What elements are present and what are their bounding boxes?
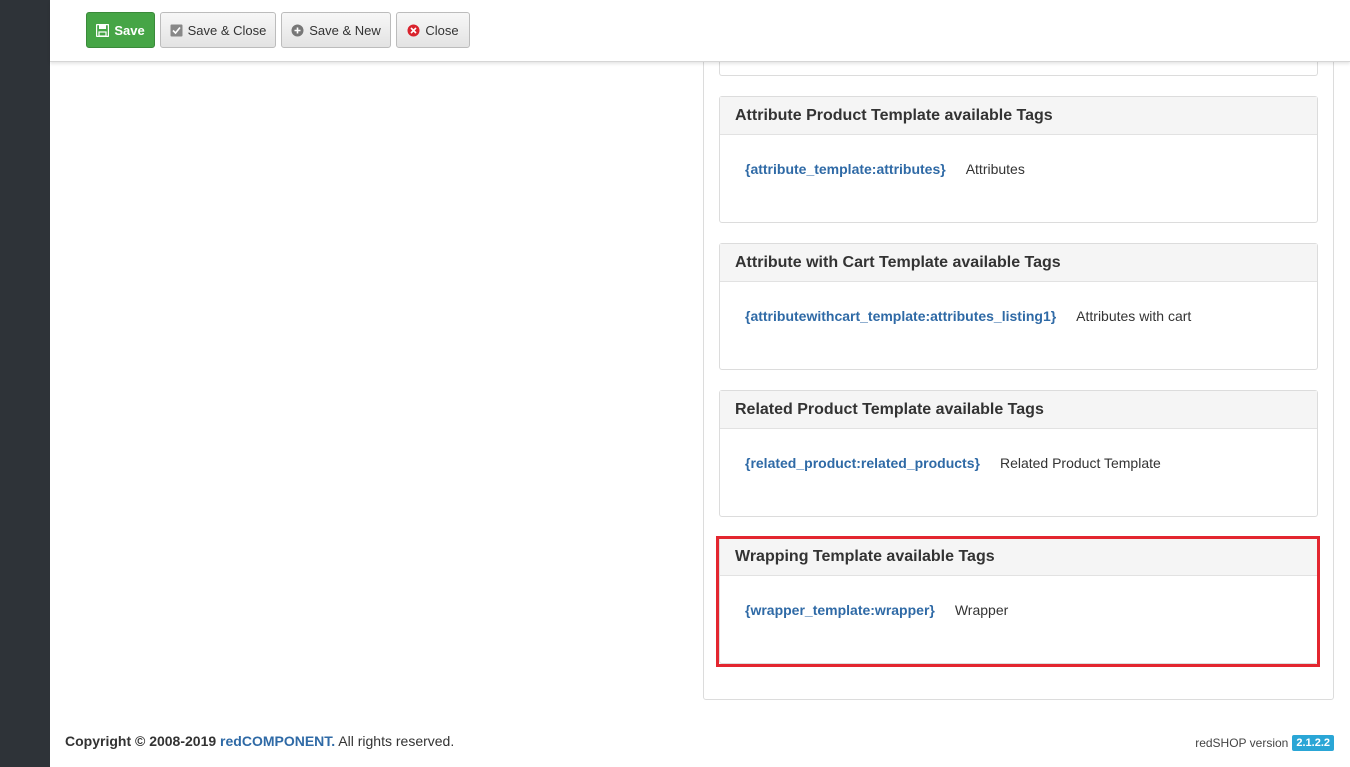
close-button[interactable]: Close [396, 12, 470, 48]
plus-circle-icon [291, 24, 304, 37]
close-label: Close [425, 22, 459, 38]
copyright-text: Copyright © 2008-2019 [65, 733, 217, 749]
tag-description: Attributes [965, 161, 1025, 177]
left-sidebar-rail [0, 0, 50, 767]
save-close-label: Save & Close [187, 22, 267, 38]
card-body: {wrapper_template:wrapper} Wrapper [720, 576, 1317, 618]
close-circle-icon [407, 24, 420, 37]
save-button[interactable]: Save [86, 12, 155, 48]
tag-code: {attribute_template:attributes} [745, 161, 946, 177]
attribute-product-tags-card: Attribute Product Template available Tag… [719, 96, 1318, 223]
wrapping-tags-card: Wrapping Template available Tags {wrappe… [719, 537, 1318, 664]
version-label: redSHOP version [1195, 736, 1289, 750]
card-body: {related_product:related_products} Relat… [720, 429, 1317, 471]
tag-code: {attributewithcart_template:attributes_l… [745, 308, 1057, 324]
tag-description: Related Product Template [999, 455, 1161, 471]
related-product-tags-card: Related Product Template available Tags … [719, 390, 1318, 517]
card-title: Attribute with Cart Template available T… [720, 244, 1317, 282]
card-body: {attribute_template:attributes} Attribut… [720, 135, 1317, 177]
save-label: Save [114, 22, 145, 38]
card-title: Attribute Product Template available Tag… [720, 97, 1317, 135]
save-new-button[interactable]: Save & New [281, 12, 391, 48]
card-title: Related Product Template available Tags [720, 391, 1317, 429]
tag-description: Wrapper [954, 602, 1009, 618]
brand-link[interactable]: redCOMPONENT. [220, 733, 335, 749]
version-badge: 2.1.2.2 [1292, 735, 1334, 751]
tag-code: {wrapper_template:wrapper} [745, 602, 935, 618]
footer-copyright: Copyright © 2008-2019 redCOMPONENT. All … [65, 733, 454, 749]
version-info: redSHOP version 2.1.2.2 [1195, 735, 1334, 751]
floppy-disk-icon [96, 23, 110, 37]
card-title: Wrapping Template available Tags [720, 538, 1317, 576]
rights-text: All rights reserved. [338, 733, 455, 749]
attribute-with-cart-tags-card: Attribute with Cart Template available T… [719, 243, 1318, 370]
tag-code: {related_product:related_products} [745, 455, 980, 471]
checkbox-icon [170, 24, 183, 37]
tag-description: Attributes with cart [1076, 308, 1192, 324]
card-body: {attributewithcart_template:attributes_l… [720, 282, 1317, 324]
toolbar: Save Save & Close Save & New Close [50, 0, 1350, 62]
save-close-button[interactable]: Save & Close [160, 12, 276, 48]
save-new-label: Save & New [309, 22, 381, 38]
